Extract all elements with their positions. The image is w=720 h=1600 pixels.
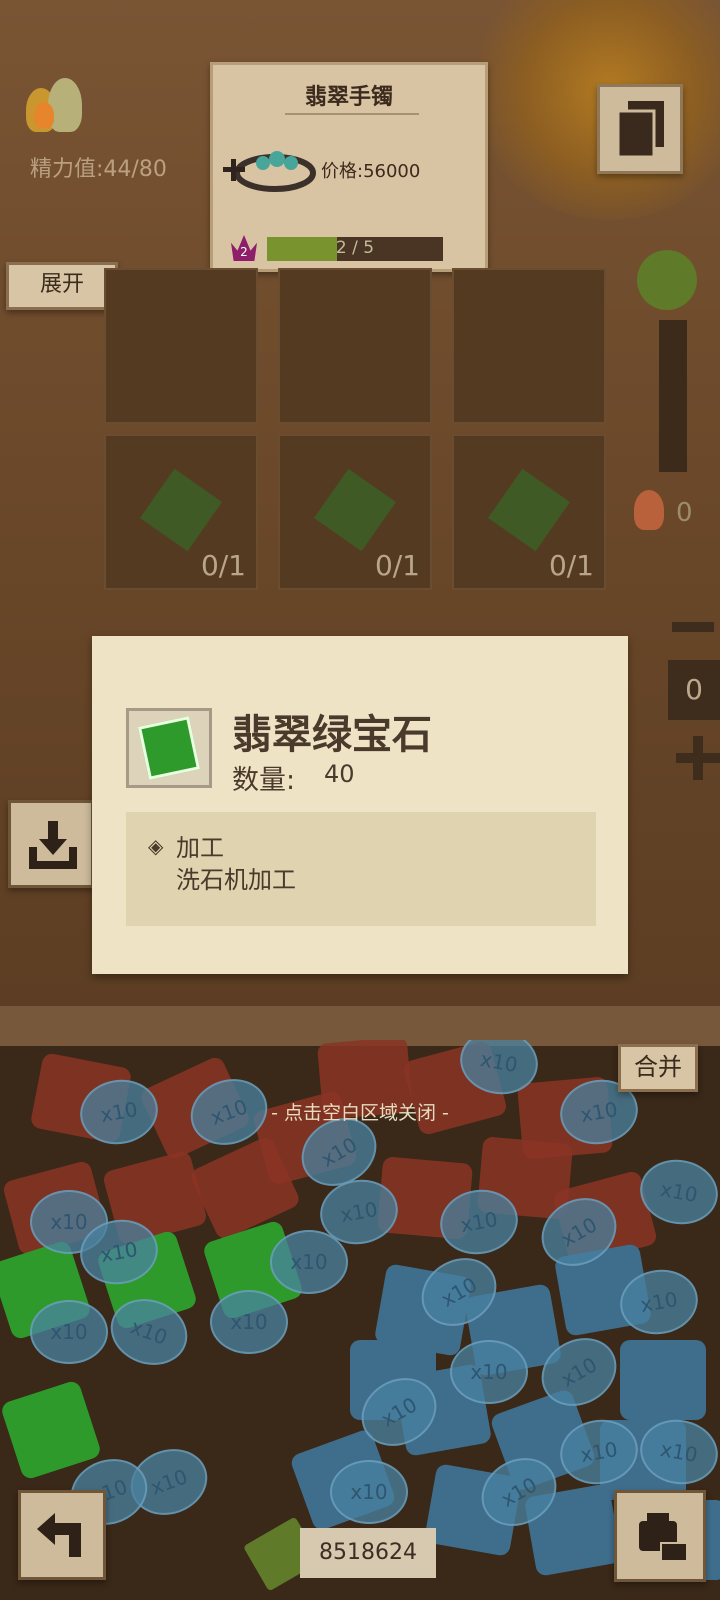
green-gem-icon — [488, 468, 570, 552]
ingredient-count: 0/1 — [548, 549, 594, 582]
pages-button[interactable] — [597, 84, 683, 174]
expand-button[interactable]: 展开 — [6, 262, 118, 310]
emerald-icon — [137, 716, 201, 780]
money-amount: 8518624 — [300, 1528, 436, 1578]
bracelet-icon — [223, 139, 319, 205]
ingredient-cell[interactable]: 0/1 — [452, 434, 606, 590]
ingredient-count: 0/1 — [374, 549, 420, 582]
progress-text: 2 / 5 — [335, 238, 375, 258]
processing-info: ◈ 加工 洗石机加工 — [126, 812, 596, 926]
merge-button[interactable]: 合并 — [618, 1044, 698, 1092]
x10-token[interactable]: x10 — [30, 1300, 108, 1364]
grid-cell — [452, 268, 606, 424]
ingredient-cell[interactable]: 0/1 — [278, 434, 432, 590]
grid-cell — [104, 268, 258, 424]
green-gem-icon — [140, 468, 222, 552]
flame-icon — [48, 78, 82, 132]
lever-knob[interactable] — [637, 250, 697, 310]
pages-icon — [614, 99, 668, 159]
backpack-button[interactable] — [614, 1490, 706, 1582]
minus-icon[interactable] — [672, 622, 714, 632]
flame-inner-icon — [34, 102, 54, 128]
info-title: 加工 — [176, 834, 224, 862]
import-icon — [25, 817, 81, 873]
backpack-icon — [631, 1507, 691, 1567]
item-icon-frame — [126, 708, 212, 788]
flame-icon — [634, 490, 664, 530]
x10-token[interactable]: x10 — [270, 1230, 348, 1294]
x10-token[interactable]: x10 — [330, 1460, 408, 1524]
quantity-value: 40 — [324, 760, 355, 788]
x10-token[interactable]: x10 — [450, 1340, 528, 1404]
recipe-price: 价格:56000 — [321, 161, 421, 182]
recipe-title: 翡翠手镯 — [304, 85, 393, 110]
x10-token[interactable]: x10 — [210, 1290, 288, 1354]
quantity-label: 数量: — [232, 765, 296, 796]
stack-counter: 0 — [668, 660, 720, 720]
emerald-gem[interactable] — [0, 1379, 103, 1481]
back-arrow-icon — [33, 1507, 93, 1567]
ingredient-cell[interactable]: 0/1 — [104, 434, 258, 590]
item-info-popup[interactable]: 翡翠绿宝石 数量: 40 ◈ 加工 洗石机加工 — [92, 636, 628, 974]
close-hint: - 点击空白区域关闭 - — [271, 1102, 449, 1124]
title-divider — [285, 113, 419, 115]
item-title: 翡翠绿宝石 — [232, 712, 432, 758]
ingredient-count: 0/1 — [200, 549, 246, 582]
info-description: 洗石机加工 — [176, 866, 296, 894]
back-button[interactable] — [18, 1490, 106, 1580]
level-badge: 2 — [231, 235, 257, 261]
import-button[interactable] — [8, 800, 94, 888]
recipe-progress-bar: 2 / 5 — [267, 237, 443, 261]
recipe-card[interactable]: 翡翠手镯 价格:56000 2 2 / 5 — [210, 62, 488, 272]
diamond-bullet-icon: ◈ — [148, 834, 164, 858]
green-gem-icon — [314, 468, 396, 552]
grid-cell — [278, 268, 432, 424]
lever-track[interactable] — [659, 320, 687, 472]
flame-count: 0 — [676, 498, 693, 528]
sapphire-gem[interactable] — [620, 1340, 706, 1420]
plus-icon[interactable] — [676, 736, 720, 780]
energy-label: 精力值:44/80 — [30, 157, 167, 182]
